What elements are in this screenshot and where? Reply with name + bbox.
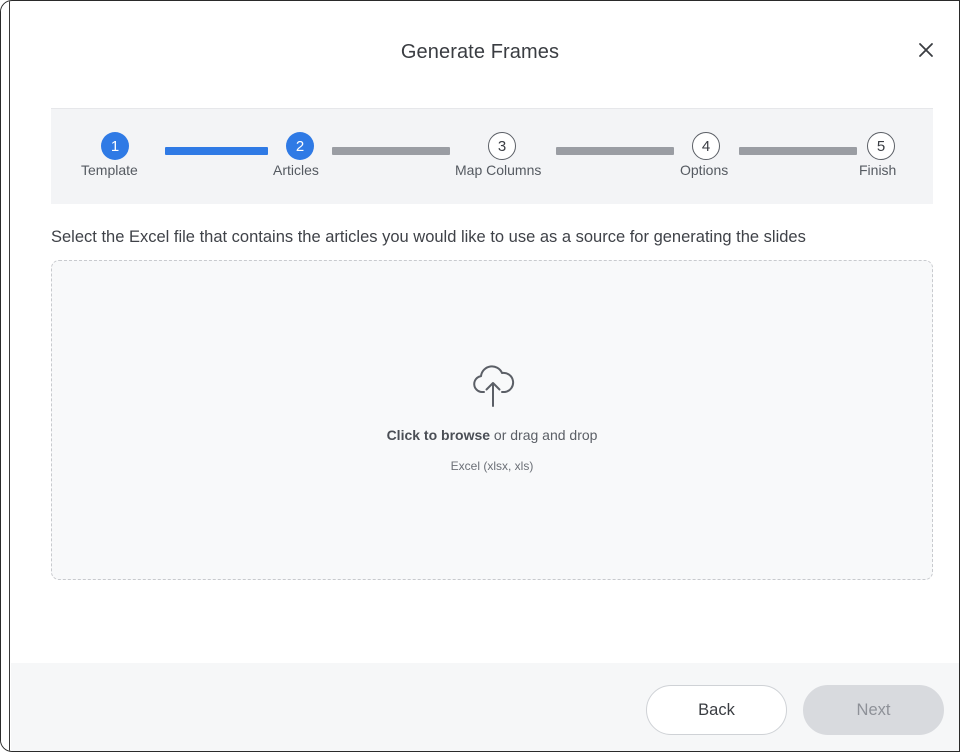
step-5-label: Finish — [859, 162, 897, 178]
close-button[interactable] — [915, 39, 939, 63]
browse-instruction: Click to browse or drag and drop — [52, 427, 932, 443]
step-1-label: Template — [81, 162, 138, 178]
step-4-label: Options — [680, 162, 729, 178]
step-5-circle: 5 — [867, 132, 895, 160]
drag-drop-text: or drag and drop — [490, 427, 598, 443]
step-connector-1-2 — [165, 147, 268, 155]
file-dropzone[interactable]: Click to browse or drag and drop Excel (… — [51, 260, 933, 580]
dialog-footer: Back Next — [11, 663, 959, 751]
back-button[interactable]: Back — [646, 685, 787, 735]
step-2-circle: 2 — [286, 132, 314, 160]
accepted-formats-text: Excel (xlsx, xls) — [450, 459, 534, 473]
dialog-title: Generate Frames — [400, 41, 560, 63]
instruction-text: Select the Excel file that contains the … — [51, 228, 806, 246]
generate-frames-dialog: Generate Frames 1 Template 2 Articles 3 … — [0, 0, 960, 752]
step-2-label: Articles — [273, 162, 319, 178]
progress-stepper: 1 Template 2 Articles 3 Map Columns 4 Op… — [51, 108, 933, 204]
dialog-left-edge — [1, 1, 10, 751]
next-button[interactable]: Next — [803, 685, 944, 735]
step-3-label: Map Columns — [455, 162, 542, 178]
step-4-circle: 4 — [692, 132, 720, 160]
step-1-circle: 1 — [101, 132, 129, 160]
close-icon — [919, 43, 933, 57]
step-3-circle: 3 — [488, 132, 516, 160]
browse-link[interactable]: Click to browse — [387, 427, 490, 443]
step-connector-3-4 — [556, 147, 674, 155]
step-connector-4-5 — [739, 147, 857, 155]
step-connector-2-3 — [332, 147, 450, 155]
cloud-upload-icon — [473, 365, 515, 407]
